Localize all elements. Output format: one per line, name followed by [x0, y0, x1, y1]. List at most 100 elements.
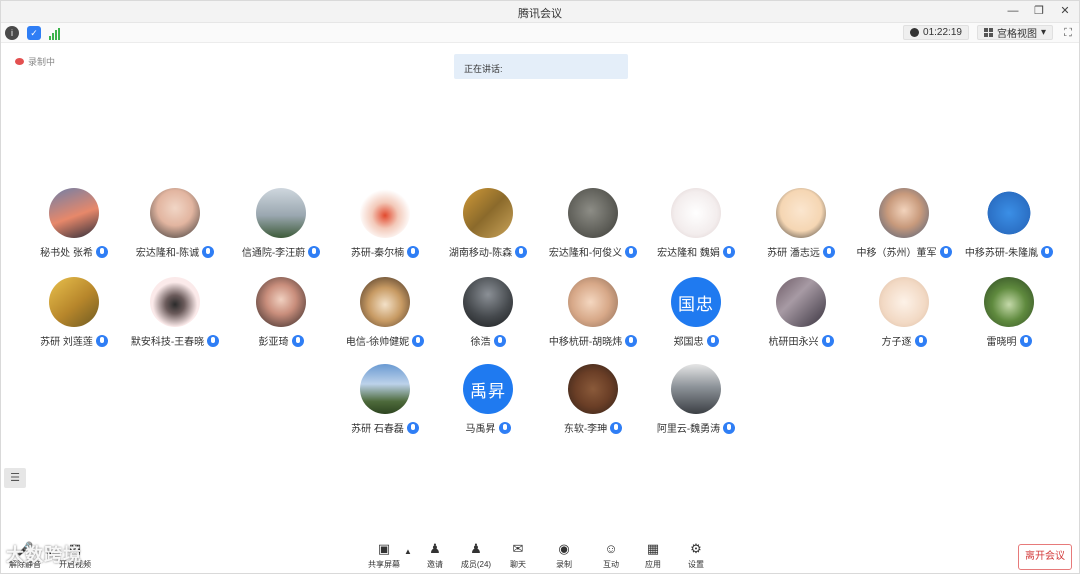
participant-tile[interactable]: 秘书处 张希: [22, 188, 126, 264]
avatar: [150, 188, 200, 238]
participant-name: 苏研 刘莲莲: [40, 337, 93, 348]
participant-tile[interactable]: 宏达隆和 魏娟: [644, 188, 748, 264]
mic-status-icon: [498, 421, 511, 434]
participant-name-row: 苏研 石春磊: [333, 420, 437, 435]
share-label: 共享屏幕: [368, 560, 400, 569]
mic-status-icon: [95, 245, 108, 258]
mic-status-icon: [625, 334, 638, 347]
participant-tile[interactable]: 中移苏研-朱隆胤: [957, 188, 1061, 264]
bottom-toolbar: 🎤 解除静音 ▲ ▩ 开启视频 ▣ 共享屏幕 ▲ ♟ 邀请 ♟ 成员(24) ✉…: [1, 539, 1079, 573]
interact-icon: ☺: [604, 541, 618, 556]
mic-status-icon: [939, 245, 952, 258]
participant-name: 杭研田永兴: [768, 337, 819, 348]
mic-status-icon: [406, 421, 419, 434]
avatar: [984, 188, 1034, 238]
participant-tile[interactable]: 禹昇 马禹昇: [436, 364, 540, 440]
participant-tile[interactable]: 苏研 刘莲莲: [22, 277, 126, 353]
participant-tile[interactable]: 东软-李珅: [541, 364, 645, 440]
participant-tile[interactable]: 中移杭研-胡晓炜: [541, 277, 645, 353]
share-screen-icon: ▣: [377, 541, 391, 556]
participant-name-row: 阿里云-魏勇涛: [644, 420, 748, 435]
settings-label: 设置: [688, 560, 704, 569]
participant-name-row: 苏研 刘莲莲: [22, 333, 126, 348]
participant-name-row: 宏达隆和-陈诚: [123, 244, 227, 259]
apps-button[interactable]: ▦ 应用: [633, 541, 673, 571]
avatar: [879, 188, 929, 238]
mic-status-icon: [202, 245, 215, 258]
participant-name-row: 方子逐: [852, 333, 956, 348]
participant-tile[interactable]: 阿里云-魏勇涛: [644, 364, 748, 440]
mic-status-icon: [625, 245, 638, 258]
participant-tile[interactable]: 电信-徐帅健妮: [333, 277, 437, 353]
leave-meeting-button[interactable]: 离开会议: [1018, 544, 1072, 570]
side-panel-toggle[interactable]: ☰: [4, 468, 26, 488]
mic-status-icon: [610, 421, 623, 434]
participant-tile[interactable]: 宏达隆和-何俊义: [541, 188, 645, 264]
participant-name: 信通院-李汪蔚: [241, 248, 306, 259]
record-label: 录制: [556, 560, 572, 569]
record-icon: ◉: [558, 541, 570, 556]
chat-button[interactable]: ✉ 聊天: [498, 541, 538, 571]
avatar: [463, 277, 513, 327]
participant-name: 宏达隆和-陈诚: [135, 248, 200, 259]
avatar: [463, 188, 513, 238]
participant-name: 彭亚琦: [258, 337, 289, 348]
apps-icon: ▦: [646, 541, 660, 556]
interact-button[interactable]: ☺ 互动: [591, 541, 631, 571]
avatar: [49, 188, 99, 238]
settings-button[interactable]: ⚙ 设置: [676, 541, 716, 571]
participant-name: 徐浩: [470, 337, 491, 348]
participant-name: 宏达隆和-何俊义: [548, 248, 623, 259]
participant-tile[interactable]: 默安科技-王春晓: [123, 277, 227, 353]
participant-name: 中移杭研-胡晓炜: [548, 337, 623, 348]
participant-tile[interactable]: 苏研-秦尔楠: [333, 188, 437, 264]
participant-tile[interactable]: 信通院-李汪蔚: [229, 188, 333, 264]
participant-name-row: 宏达隆和 魏娟: [644, 244, 748, 259]
participant-name-row: 苏研-秦尔楠: [333, 244, 437, 259]
participant-name-row: 秘书处 张希: [22, 244, 126, 259]
participant-tile[interactable]: 宏达隆和-陈诚: [123, 188, 227, 264]
participant-name-row: 信通院-李汪蔚: [229, 244, 333, 259]
participant-name: 郑国忠: [673, 337, 704, 348]
avatar: [671, 188, 721, 238]
mic-status-icon: [1019, 334, 1032, 347]
participant-name-row: 中移（苏州）董军: [852, 244, 956, 259]
participant-tile[interactable]: 彭亚琦: [229, 277, 333, 353]
participant-name: 苏研 石春磊: [351, 424, 404, 435]
avatar: [360, 277, 410, 327]
gear-icon: ⚙: [690, 541, 702, 556]
participant-tile[interactable]: 苏研 潘志远: [749, 188, 853, 264]
share-options-caret[interactable]: ▲: [404, 547, 412, 556]
participant-tile[interactable]: 湖南移动-陈森: [436, 188, 540, 264]
participant-tile[interactable]: 徐浩: [436, 277, 540, 353]
share-screen-button[interactable]: ▣ 共享屏幕: [364, 541, 404, 571]
mic-status-icon: [515, 245, 528, 258]
avatar: [671, 364, 721, 414]
participant-name: 雷晓明: [986, 337, 1017, 348]
participant-name-row: 杭研田永兴: [749, 333, 853, 348]
avatar: [150, 277, 200, 327]
participant-name-row: 湖南移动-陈森: [436, 244, 540, 259]
participant-tile[interactable]: 杭研田永兴: [749, 277, 853, 353]
mic-status-icon: [1041, 245, 1054, 258]
record-button[interactable]: ◉ 录制: [544, 541, 584, 571]
watermark-text: 大数跨境: [6, 545, 82, 565]
participant-name-row: 东软-李珅: [541, 420, 645, 435]
avatar: [984, 277, 1034, 327]
members-button[interactable]: ♟ 成员(24): [456, 541, 496, 571]
participant-name-row: 默安科技-王春晓: [123, 333, 227, 348]
participant-tile[interactable]: 雷晓明: [957, 277, 1061, 353]
invite-button[interactable]: ♟ 邀请: [415, 541, 455, 571]
participant-name: 秘书处 张希: [40, 248, 93, 259]
participant-tile[interactable]: 方子逐: [852, 277, 956, 353]
avatar: [49, 277, 99, 327]
chat-label: 聊天: [510, 560, 526, 569]
mic-status-icon: [308, 245, 321, 258]
participant-name: 苏研 潘志远: [767, 248, 820, 259]
participant-name: 宏达隆和 魏娟: [657, 248, 720, 259]
mic-status-icon: [412, 334, 425, 347]
participant-tile[interactable]: 中移（苏州）董军: [852, 188, 956, 264]
participant-name-row: 宏达隆和-何俊义: [541, 244, 645, 259]
participant-tile[interactable]: 苏研 石春磊: [333, 364, 437, 440]
participant-tile[interactable]: 国忠 郑国忠: [644, 277, 748, 353]
